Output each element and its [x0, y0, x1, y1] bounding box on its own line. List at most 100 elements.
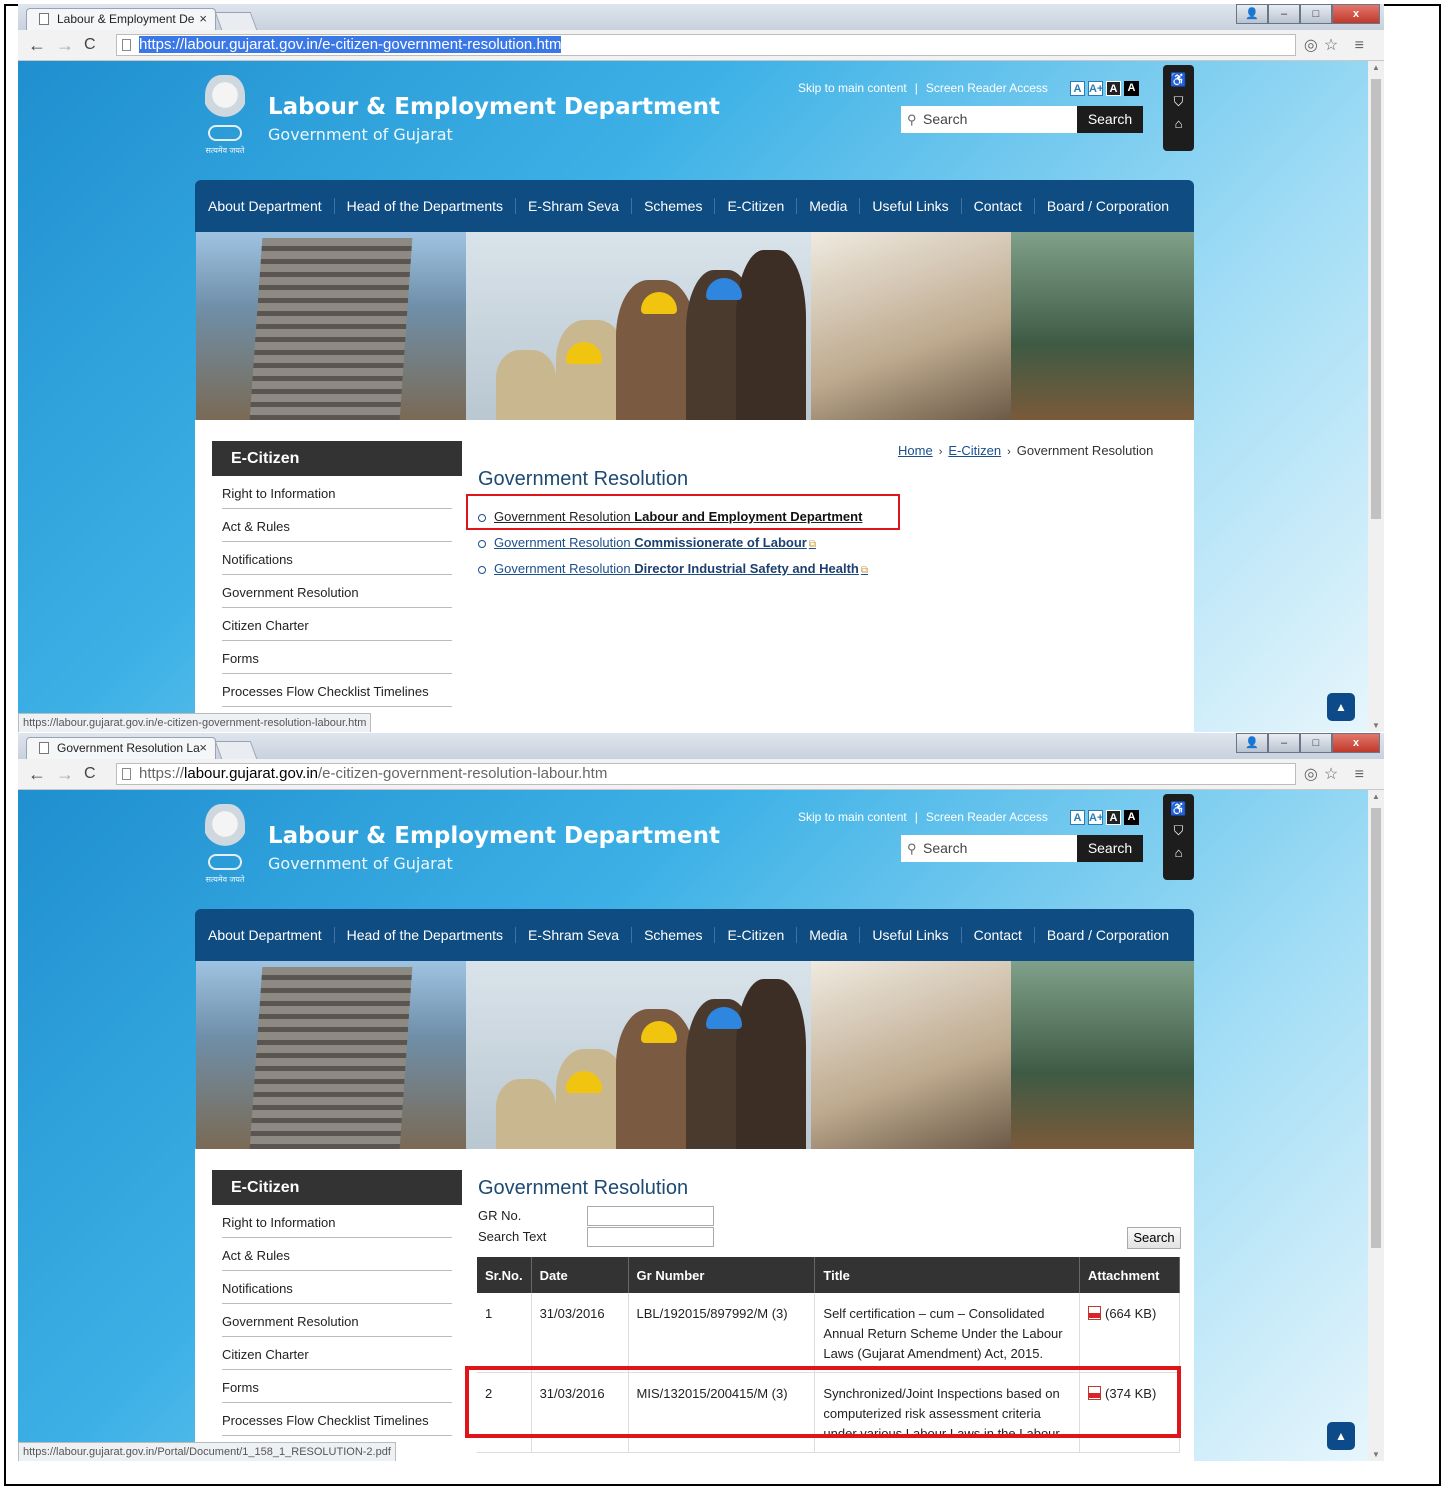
main-nav: About Department Head of the Departments… — [195, 909, 1194, 961]
sidebar-item-government-resolution[interactable]: Government Resolution — [222, 575, 452, 608]
shield-star-menu-icons[interactable]: ◎☆ ≡ — [1304, 35, 1370, 55]
high-contrast-button[interactable]: A — [1124, 81, 1139, 96]
home-icon[interactable]: ⌂ — [1163, 113, 1194, 135]
reload-icon[interactable]: C — [84, 765, 96, 783]
nav-schemes[interactable]: Schemes — [644, 198, 702, 214]
window-controls: 👤 – □ x — [1236, 4, 1380, 24]
font-normal-button[interactable]: A — [1070, 810, 1085, 825]
sidebar-item-notifications[interactable]: Notifications — [222, 1271, 452, 1304]
nav-media[interactable]: Media — [809, 198, 847, 214]
screen-reader-link[interactable]: Screen Reader Access — [926, 81, 1048, 95]
nav-board-corporation[interactable]: Board / Corporation — [1047, 927, 1169, 943]
sidebar-item-notifications[interactable]: Notifications — [222, 542, 452, 575]
gr-link-industrial-safety[interactable]: Government Resolution Director Industria… — [478, 561, 868, 576]
breadcrumb-e-citizen[interactable]: E-Citizen — [948, 443, 1001, 458]
search-input[interactable]: ⚲ Search — [901, 106, 1077, 133]
user-icon[interactable]: 👤 — [1236, 733, 1268, 753]
contrast-button[interactable]: A — [1106, 810, 1121, 825]
col-attachment[interactable]: Attachment — [1079, 1257, 1180, 1293]
scroll-to-top-button[interactable]: ▲ — [1327, 693, 1355, 721]
nav-about-department[interactable]: About Department — [208, 198, 322, 214]
breadcrumb-home[interactable]: Home — [898, 443, 933, 458]
close-button[interactable]: x — [1332, 733, 1380, 753]
gr-link-commissionerate[interactable]: Government Resolution Commissionerate of… — [478, 535, 868, 550]
col-sr-no[interactable]: Sr.No. — [477, 1257, 532, 1293]
nav-head-of-departments[interactable]: Head of the Departments — [347, 198, 503, 214]
nav-contact[interactable]: Contact — [974, 927, 1022, 943]
nav-e-shram-seva[interactable]: E-Shram Seva — [528, 198, 619, 214]
high-contrast-button[interactable]: A — [1124, 810, 1139, 825]
sidebar-item-act-rules[interactable]: Act & Rules — [222, 1238, 452, 1271]
maximize-button[interactable]: □ — [1300, 733, 1332, 753]
nav-useful-links[interactable]: Useful Links — [872, 927, 948, 943]
screen-reader-link[interactable]: Screen Reader Access — [926, 810, 1048, 824]
nav-about-department[interactable]: About Department — [208, 927, 322, 943]
back-icon[interactable]: ← — [28, 764, 46, 785]
sitemap-icon[interactable]: ⛉ — [1163, 820, 1194, 842]
minimize-button[interactable]: – — [1268, 4, 1300, 24]
sidebar-item-rti[interactable]: Right to Information — [222, 1205, 452, 1238]
nav-e-citizen[interactable]: E-Citizen — [727, 198, 784, 214]
scrollbar[interactable]: ▲ ▼ — [1368, 790, 1384, 1461]
home-icon[interactable]: ⌂ — [1163, 842, 1194, 864]
gr-no-input[interactable] — [587, 1206, 714, 1226]
search-button[interactable]: Search — [1077, 106, 1143, 133]
reload-icon[interactable]: C — [84, 36, 96, 54]
nav-schemes[interactable]: Schemes — [644, 927, 702, 943]
new-tab-button[interactable] — [214, 741, 258, 759]
contrast-button[interactable]: A — [1106, 81, 1121, 96]
tab-close-icon[interactable]: × — [199, 740, 207, 755]
attachment-size[interactable]: (664 KB) — [1105, 1306, 1156, 1321]
scroll-to-top-button[interactable]: ▲ — [1327, 1422, 1355, 1450]
search-input[interactable]: ⚲ Search — [901, 835, 1077, 862]
address-bar[interactable]: https://labour.gujarat.gov.in/e-citizen-… — [116, 34, 1296, 56]
address-bar[interactable]: https://labour.gujarat.gov.in/e-citizen-… — [116, 763, 1296, 785]
nav-e-citizen[interactable]: E-Citizen — [727, 927, 784, 943]
search-text-input[interactable] — [587, 1227, 714, 1247]
font-normal-button[interactable]: A — [1070, 81, 1085, 96]
font-larger-button[interactable]: A+ — [1088, 81, 1103, 96]
close-button[interactable]: x — [1332, 4, 1380, 24]
sidebar-item-processes-flow[interactable]: Processes Flow Checklist Timelines — [222, 1403, 452, 1436]
maximize-button[interactable]: □ — [1300, 4, 1332, 24]
sidebar-item-rti[interactable]: Right to Information — [222, 476, 452, 509]
nav-board-corporation[interactable]: Board / Corporation — [1047, 198, 1169, 214]
content-area: E-Citizen Right to Information Act & Rul… — [195, 420, 1194, 732]
browser-tab[interactable]: Government Resolution La × — [26, 737, 216, 759]
sidebar-item-forms[interactable]: Forms — [222, 1370, 452, 1403]
nav-head-of-departments[interactable]: Head of the Departments — [347, 927, 503, 943]
sitemap-icon[interactable]: ⛉ — [1163, 91, 1194, 113]
nav-contact[interactable]: Contact — [974, 198, 1022, 214]
sidebar-item-citizen-charter[interactable]: Citizen Charter — [222, 1337, 452, 1370]
accessibility-icon[interactable]: ♿ — [1163, 69, 1194, 91]
font-larger-button[interactable]: A+ — [1088, 810, 1103, 825]
sidebar-item-government-resolution[interactable]: Government Resolution — [222, 1304, 452, 1337]
shield-star-menu-icons[interactable]: ◎☆ ≡ — [1304, 764, 1370, 784]
forward-icon[interactable]: → — [56, 35, 74, 56]
back-icon[interactable]: ← — [28, 35, 46, 56]
col-date[interactable]: Date — [531, 1257, 629, 1293]
forward-icon[interactable]: → — [56, 764, 74, 785]
new-tab-button[interactable] — [214, 12, 258, 30]
nav-media[interactable]: Media — [809, 927, 847, 943]
sidebar-item-forms[interactable]: Forms — [222, 641, 452, 674]
col-gr-number[interactable]: Gr Number — [628, 1257, 816, 1293]
sidebar-item-processes-flow[interactable]: Processes Flow Checklist Timelines — [222, 674, 452, 707]
skip-to-main-link[interactable]: Skip to main content — [798, 81, 907, 95]
nav-e-shram-seva[interactable]: E-Shram Seva — [528, 927, 619, 943]
nav-useful-links[interactable]: Useful Links — [872, 198, 948, 214]
col-title[interactable]: Title — [814, 1257, 1080, 1293]
browser-tab[interactable]: Labour & Employment De × — [26, 8, 216, 30]
sidebar-item-citizen-charter[interactable]: Citizen Charter — [222, 608, 452, 641]
tab-close-icon[interactable]: × — [199, 11, 207, 26]
gr-search-button[interactable]: Search — [1127, 1227, 1181, 1249]
scrollbar[interactable]: ▲ ▼ — [1368, 61, 1384, 732]
accessibility-icon[interactable]: ♿ — [1163, 798, 1194, 820]
skip-to-main-link[interactable]: Skip to main content — [798, 810, 907, 824]
minimize-button[interactable]: – — [1268, 733, 1300, 753]
search-button[interactable]: Search — [1077, 835, 1143, 862]
pdf-icon[interactable] — [1088, 1306, 1101, 1320]
sidebar-item-act-rules[interactable]: Act & Rules — [222, 509, 452, 542]
user-icon[interactable]: 👤 — [1236, 4, 1268, 24]
cell-attachment[interactable]: (664 KB) — [1079, 1293, 1180, 1373]
